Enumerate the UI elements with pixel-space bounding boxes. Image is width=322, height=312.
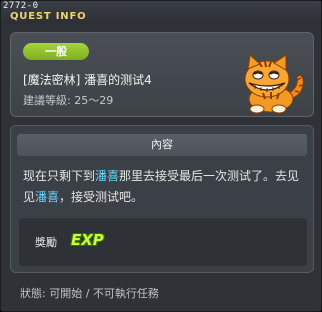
quest-description: 现在只剩下到潘喜那里去接受最后一次测试了。去见见潘喜，接受测试吧。 bbox=[23, 166, 307, 208]
npc-name-link[interactable]: 潘喜 bbox=[35, 190, 59, 204]
reward-panel: 獎勵 EXP bbox=[19, 218, 307, 266]
title-bar[interactable]: 2772-0 QUEST INFO bbox=[1, 1, 321, 25]
quest-name: [魔法密林] 潘喜的测试4 bbox=[23, 73, 152, 87]
quest-header-panel: 一般 [魔法密林] 潘喜的测试4 建議等級: 25～29 bbox=[10, 32, 314, 117]
npc-name-link[interactable]: 潘喜 bbox=[95, 169, 119, 183]
category-badge: 一般 bbox=[23, 43, 89, 60]
quest-content-panel: 內容 现在只剩下到潘喜那里去接受最后一次测试了。去见见潘喜，接受测试吧。 獎勵 … bbox=[10, 125, 314, 273]
description-text: ，接受测试吧。 bbox=[59, 190, 144, 204]
quest-status: 狀態: 可開始 / 不可執行任務 bbox=[20, 287, 159, 300]
window-title: QUEST INFO bbox=[10, 11, 87, 22]
exp-icon[interactable]: EXP bbox=[71, 231, 104, 249]
npc-cat-portrait-icon bbox=[233, 53, 309, 115]
recommended-level: 建議等級: 25～29 bbox=[23, 94, 114, 107]
reward-label: 獎勵 bbox=[35, 236, 57, 249]
content-header: 內容 bbox=[17, 134, 307, 156]
quest-id: 2772-0 bbox=[3, 1, 39, 11]
quest-info-window: 2772-0 QUEST INFO 一般 [魔法密林] 潘喜的测试4 建議等級:… bbox=[0, 0, 322, 312]
description-text: 现在只剩下到 bbox=[23, 169, 96, 183]
